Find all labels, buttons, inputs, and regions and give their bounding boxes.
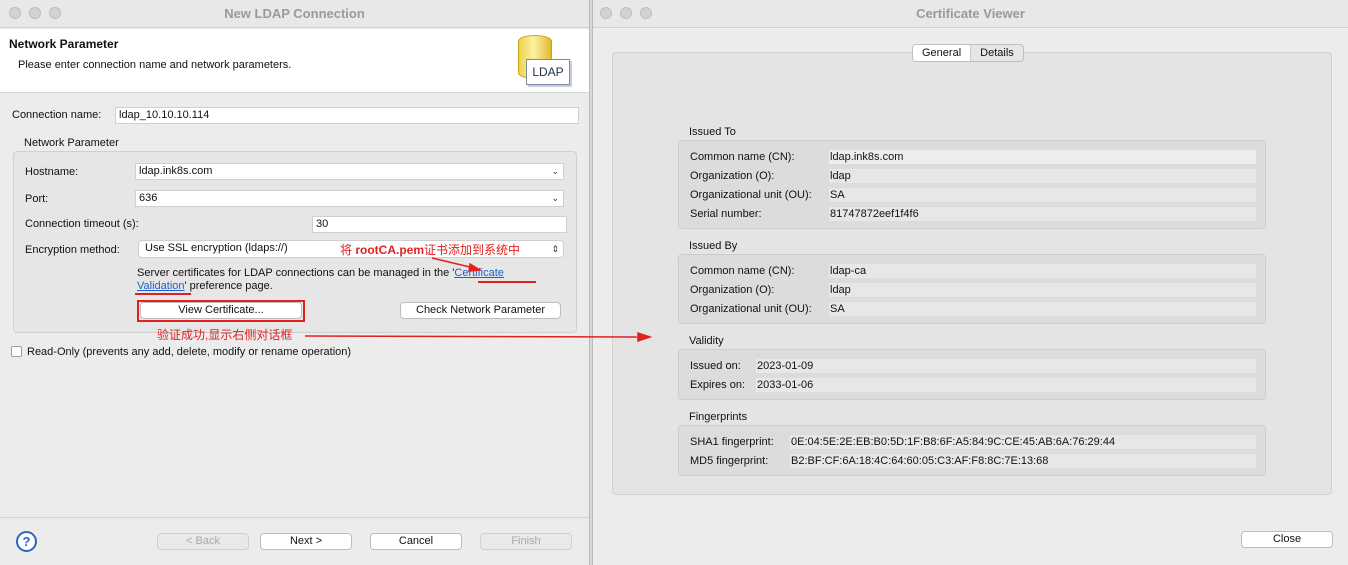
arrow-to-cert-viewer-head [637,331,653,343]
arrow-to-cert-viewer [304,335,641,338]
arrow-to-cert-link [431,257,475,269]
arrow-to-cert-link-head [468,262,483,272]
annotation-arrows [304,257,653,343]
